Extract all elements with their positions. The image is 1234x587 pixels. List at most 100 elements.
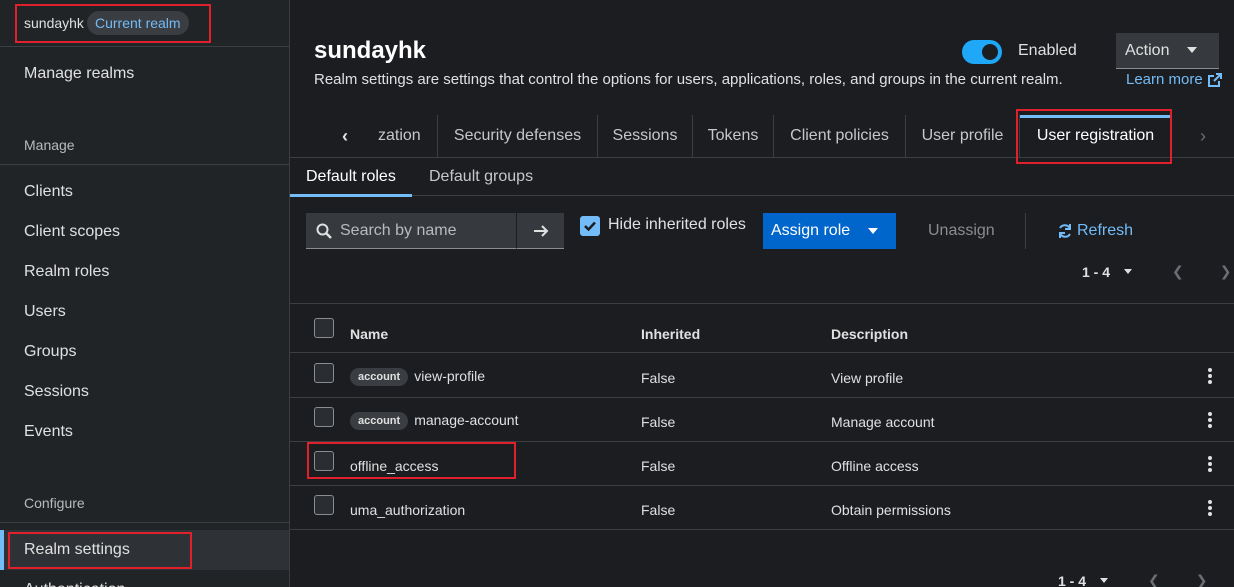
inherited-cell: False	[641, 414, 676, 430]
page-title: sundayhk	[314, 37, 427, 64]
toolbar-divider	[290, 303, 1234, 304]
inherited-cell: False	[641, 458, 676, 474]
sidebar-item-realm-settings[interactable]: Realm settings	[0, 530, 289, 570]
assign-role-label: Assign role	[771, 222, 851, 239]
role-name: view-profile	[414, 368, 485, 384]
kebab-menu-icon[interactable]	[1202, 366, 1218, 386]
table-row: account manage-account False Manage accou…	[290, 398, 1234, 442]
pagination-top: 1 - 4 ❮ ❯	[1082, 263, 1231, 280]
table-row: account view-profile False View profile	[290, 354, 1234, 398]
role-name-cell: account view-profile	[350, 368, 485, 387]
role-name: manage-account	[414, 412, 519, 428]
caret-down-icon	[868, 228, 878, 234]
subtab-default-groups[interactable]: Default groups	[429, 158, 533, 196]
tab-tokens[interactable]: Tokens	[693, 115, 774, 157]
toolbar-divider	[1025, 213, 1026, 249]
hide-inherited-checkbox[interactable]	[580, 216, 600, 236]
learn-more-label: Learn more	[1126, 71, 1203, 88]
caret-down-icon[interactable]	[1124, 269, 1133, 274]
tab-client-policies[interactable]: Client policies	[774, 115, 906, 157]
learn-more-link[interactable]: Learn more	[1126, 71, 1223, 88]
external-link-icon	[1207, 72, 1222, 87]
arrow-right-icon	[533, 224, 548, 237]
main-content: sundayhk Enabled Action Realm settings a…	[290, 0, 1234, 587]
column-header-name[interactable]: Name	[350, 326, 388, 342]
inherited-cell: False	[641, 502, 676, 518]
select-all-checkbox[interactable]	[314, 318, 334, 338]
tab-user-profile[interactable]: User profile	[906, 115, 1020, 157]
search-field	[306, 213, 516, 249]
kebab-menu-icon[interactable]	[1202, 498, 1218, 518]
refresh-button[interactable]: Refresh	[1057, 222, 1133, 240]
kebab-menu-icon[interactable]	[1202, 454, 1218, 474]
sidebar-item-clients[interactable]: Clients	[0, 172, 289, 212]
sidebar-item-users[interactable]: Users	[0, 292, 289, 332]
chevron-left-icon[interactable]: ❮	[1148, 572, 1160, 587]
row-checkbox[interactable]	[314, 495, 334, 515]
client-label: account	[350, 412, 409, 431]
caret-down-icon[interactable]	[1100, 578, 1109, 583]
hide-inherited-label: Hide inherited roles	[608, 216, 746, 233]
chevron-left-icon[interactable]: ‹	[330, 115, 360, 157]
sidebar-item-groups[interactable]: Groups	[0, 332, 289, 372]
unassign-button[interactable]: Unassign	[928, 222, 995, 240]
pagination-bottom: 1 - 4 ❮ ❯	[1058, 572, 1207, 587]
chevron-right-icon[interactable]: ›	[1188, 115, 1218, 157]
pagination-range[interactable]: 1 - 4	[1058, 573, 1086, 587]
description-cell: Manage account	[831, 414, 935, 430]
sidebar-section-configure: Configure	[24, 495, 85, 511]
chevron-right-icon[interactable]: ❯	[1196, 572, 1208, 587]
caret-down-icon	[1187, 47, 1197, 53]
tab-sessions[interactable]: Sessions	[598, 115, 693, 157]
search-icon	[316, 223, 332, 239]
sidebar-divider	[0, 164, 289, 165]
search-submit-button[interactable]	[516, 213, 564, 249]
column-header-inherited: Inherited	[641, 326, 701, 342]
search-input[interactable]	[340, 221, 510, 240]
chevron-left-icon[interactable]: ❮	[1172, 263, 1184, 280]
table-row: uma_authorization False Obtain permissio…	[290, 486, 1234, 530]
enabled-toggle[interactable]	[962, 40, 1002, 64]
row-checkbox[interactable]	[314, 363, 334, 383]
description-cell: Obtain permissions	[831, 502, 951, 518]
assign-role-button[interactable]: Assign role	[763, 213, 896, 249]
column-header-description: Description	[831, 326, 909, 342]
sidebar-item-sessions[interactable]: Sessions	[0, 372, 289, 412]
action-label: Action	[1125, 41, 1170, 59]
realm-selector[interactable]: sundayhk Current realm	[0, 0, 289, 47]
current-realm-badge: Current realm	[87, 11, 189, 35]
refresh-icon	[1059, 224, 1071, 238]
table-header: Name Inherited Description	[290, 313, 1234, 353]
role-name: offline_access	[350, 458, 439, 474]
realm-settings-tabs: ‹ zation Security defenses Sessions Toke…	[290, 115, 1234, 157]
tab-authorization[interactable]: zation	[376, 115, 438, 157]
table-row: offline_access False Offline access	[290, 442, 1234, 486]
subtab-default-roles[interactable]: Default roles	[290, 158, 412, 197]
kebab-menu-icon[interactable]	[1202, 410, 1218, 430]
refresh-label: Refresh	[1077, 222, 1134, 239]
row-checkbox[interactable]	[314, 407, 334, 427]
row-checkbox[interactable]	[314, 451, 334, 471]
chevron-right-icon[interactable]: ❯	[1220, 263, 1232, 280]
description-cell: Offline access	[831, 458, 919, 474]
role-name-cell: account manage-account	[350, 412, 519, 431]
sidebar-item-authentication[interactable]: Authentication	[0, 570, 289, 587]
sidebar-item-events[interactable]: Events	[0, 412, 289, 452]
inherited-cell: False	[641, 370, 676, 386]
sidebar-item-client-scopes[interactable]: Client scopes	[0, 212, 289, 252]
sidebar-item-realm-roles[interactable]: Realm roles	[0, 252, 289, 292]
sidebar-section-manage: Manage	[24, 137, 75, 153]
sidebar: sundayhk Current realm Manage realms Man…	[0, 0, 290, 587]
sidebar-item-manage-realms[interactable]: Manage realms	[0, 54, 289, 94]
realm-name: sundayhk	[24, 15, 84, 31]
action-dropdown[interactable]: Action	[1116, 33, 1219, 69]
sidebar-divider	[0, 522, 289, 523]
check-icon	[584, 221, 596, 232]
description-cell: View profile	[831, 370, 904, 386]
enabled-label: Enabled	[1018, 42, 1077, 59]
pagination-range[interactable]: 1 - 4	[1082, 264, 1110, 280]
tab-security-defenses[interactable]: Security defenses	[438, 115, 598, 157]
client-label: account	[350, 368, 409, 387]
user-registration-subtabs: Default roles Default groups	[290, 158, 1234, 197]
tab-user-registration[interactable]: User registration	[1020, 115, 1171, 157]
